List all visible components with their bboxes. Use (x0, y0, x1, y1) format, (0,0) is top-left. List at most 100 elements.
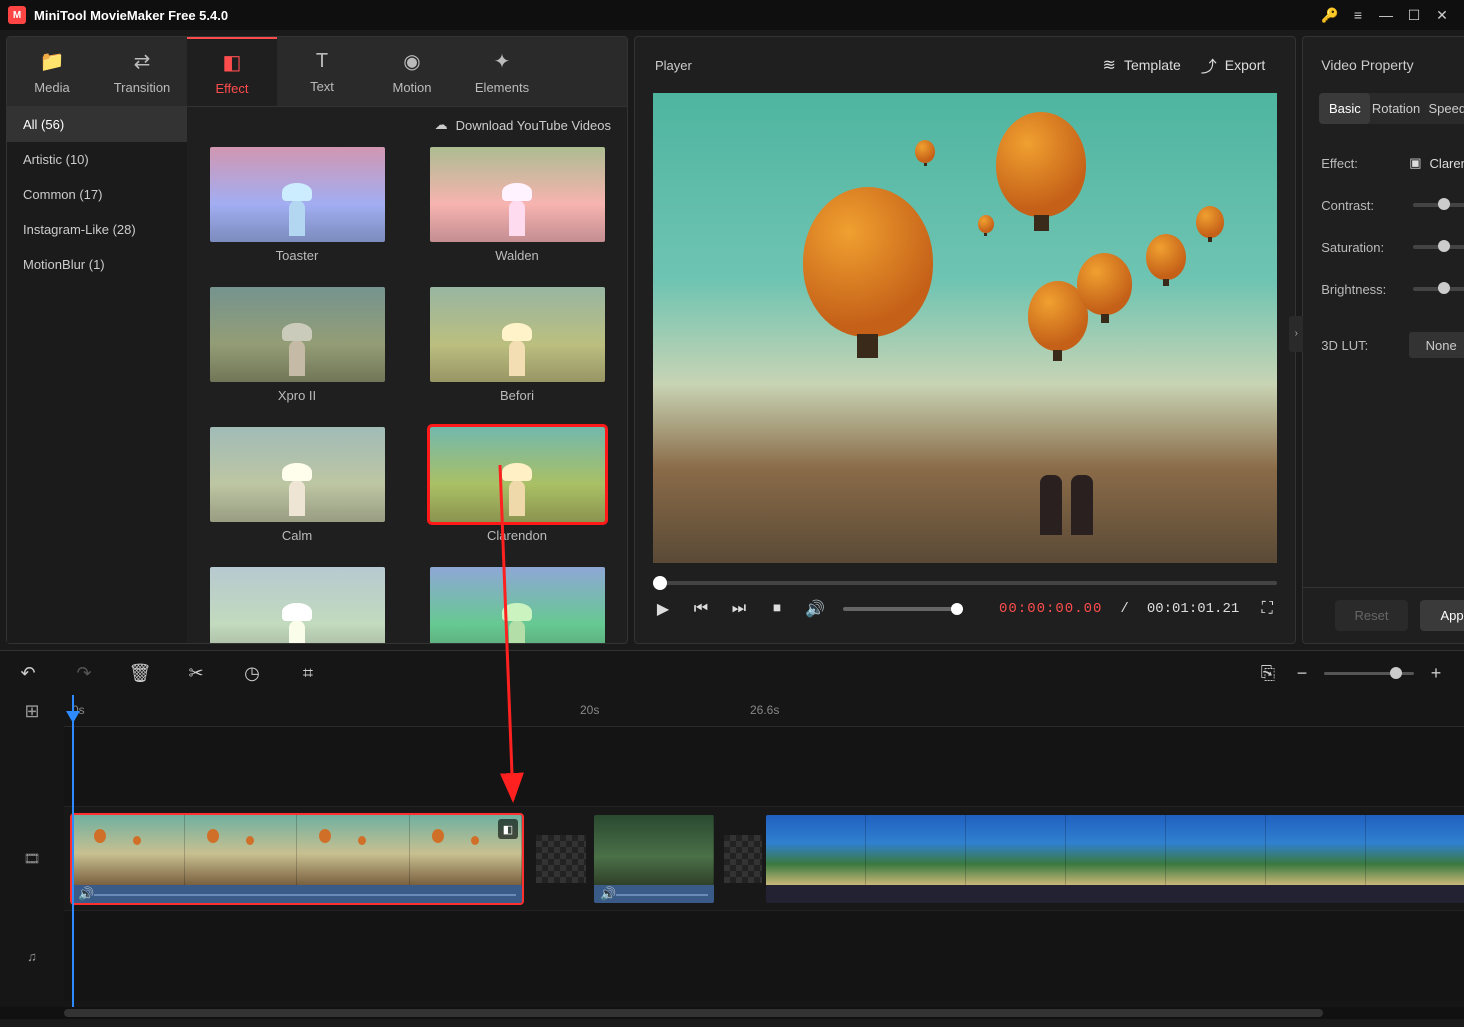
lut-label: 3D LUT: (1321, 338, 1399, 353)
export-button[interactable]: ⤴ Export (1191, 47, 1275, 83)
add-track-button[interactable]: ⊞ (0, 695, 64, 727)
effect-item[interactable]: Toaster (207, 147, 387, 277)
category-item[interactable]: Artistic (10) (7, 142, 187, 177)
overlay-track[interactable] (64, 727, 1464, 807)
fullscreen-button[interactable]: ⛶ (1257, 599, 1277, 619)
transition-gap[interactable] (724, 835, 762, 883)
video-clip[interactable] (766, 815, 1464, 903)
property-slider[interactable] (1413, 245, 1464, 249)
effect-thumbnail (430, 427, 605, 522)
undo-button[interactable]: ↶ (16, 663, 40, 684)
property-slider[interactable] (1413, 287, 1464, 291)
export-label: Export (1225, 57, 1265, 73)
effect-item[interactable]: ColorJittering (427, 567, 607, 643)
effect-category-list: All (56)Artistic (10)Common (17)Instagra… (7, 107, 187, 643)
effect-item[interactable]: Befori (427, 287, 607, 417)
video-clip[interactable]: 🔊 (594, 815, 714, 903)
prev-frame-button[interactable]: ⏮ (691, 599, 711, 619)
reset-button[interactable]: Reset (1335, 600, 1409, 631)
media-icon: 📁 (40, 49, 65, 74)
tab-media[interactable]: 📁Media (7, 37, 97, 106)
property-tab[interactable]: Basic (1319, 93, 1370, 124)
title-bar: M MiniTool MovieMaker Free 5.4.0 🔑 ≡ — ☐… (0, 0, 1464, 30)
properties-title: Video Property (1303, 37, 1464, 93)
effect-item[interactable]: Walden (427, 147, 607, 277)
volume-icon[interactable]: 🔊 (805, 599, 825, 619)
video-clip[interactable]: 🔊◧ (72, 815, 522, 903)
text-icon: T (316, 50, 328, 73)
tab-text[interactable]: TText (277, 37, 367, 106)
close-button[interactable]: ✕ (1428, 1, 1456, 29)
player-panel: Player ≋ Template ⤴ Export ▶ ⏮ ⏭ (634, 36, 1296, 644)
property-slider[interactable] (1413, 203, 1464, 207)
tab-effect[interactable]: ◧Effect (187, 37, 277, 106)
effect-item[interactable]: Calm (207, 427, 387, 557)
maximize-button[interactable]: ☐ (1400, 1, 1428, 29)
layers-icon: ≋ (1103, 55, 1116, 75)
speed-button[interactable]: ◷ (240, 663, 264, 684)
app-logo: M (8, 6, 26, 24)
zoom-in-button[interactable]: + (1424, 663, 1448, 684)
download-youtube-link[interactable]: ☁ Download YouTube Videos (187, 107, 627, 143)
player-title: Player (655, 58, 692, 73)
timeline-scrollbar[interactable] (0, 1007, 1464, 1019)
category-item[interactable]: MotionBlur (1) (7, 247, 187, 282)
stop-button[interactable]: ⏹ (767, 599, 787, 619)
tab-transition[interactable]: ⇄Transition (97, 37, 187, 106)
effect-item[interactable]: Clarendon (427, 427, 607, 557)
redo-button[interactable]: ↷ (72, 663, 96, 684)
effect-thumbnail (210, 567, 385, 643)
playhead[interactable] (72, 695, 74, 1007)
effect-thumbnail (430, 287, 605, 382)
category-item[interactable]: All (56) (7, 107, 187, 142)
transition-icon: ⇄ (134, 49, 151, 74)
category-item[interactable]: Instagram-Like (28) (7, 212, 187, 247)
play-button[interactable]: ▶ (653, 599, 673, 619)
current-time: 00:00:00.00 (999, 601, 1102, 617)
elements-icon: ✦ (494, 49, 511, 74)
menu-icon[interactable]: ≡ (1344, 1, 1372, 29)
effect-name-label: Walden (495, 248, 539, 263)
effect-item[interactable]: Cold (207, 567, 387, 643)
transition-gap[interactable] (536, 835, 586, 883)
tab-motion[interactable]: ◉Motion (367, 37, 457, 106)
video-track[interactable]: 🔊◧🔊 (64, 807, 1464, 911)
volume-slider[interactable] (843, 607, 963, 611)
tab-elements[interactable]: ✦Elements (457, 37, 547, 106)
property-tab[interactable]: Rotation (1370, 93, 1421, 124)
audio-track[interactable] (64, 911, 1464, 1001)
delete-clip-button[interactable]: 🗑 (128, 663, 152, 684)
layers-small-icon: ▣ (1409, 155, 1421, 171)
total-duration: 00:01:01.21 (1147, 601, 1239, 617)
crop-button[interactable]: ⌗ (296, 663, 320, 684)
video-track-icon: 🎞 (0, 807, 64, 911)
cloud-download-icon: ☁ (435, 117, 448, 133)
speaker-icon: 🔊 (78, 886, 94, 902)
timeline-ruler[interactable]: 0s20s26.6s (64, 695, 1464, 727)
effect-thumbnail (210, 147, 385, 242)
split-button[interactable]: ✂ (184, 663, 208, 684)
property-tab[interactable]: Speed (1422, 93, 1464, 124)
category-item[interactable]: Common (17) (7, 177, 187, 212)
fit-timeline-button[interactable]: ⎘ (1256, 663, 1280, 684)
library-tabs: 📁Media⇄Transition◧EffectTText◉Motion✦Ele… (7, 37, 627, 107)
next-frame-button[interactable]: ⏭ (729, 599, 749, 619)
seek-bar[interactable] (653, 581, 1277, 585)
panel-collapse-handle[interactable]: › (1289, 316, 1303, 352)
apply-all-button[interactable]: Apply to all (1420, 600, 1464, 631)
slider-label: Brightness: (1321, 282, 1399, 297)
effect-item[interactable]: Xpro II (207, 287, 387, 417)
ruler-mark: 26.6s (750, 703, 779, 717)
zoom-out-button[interactable]: − (1290, 663, 1314, 684)
zoom-slider[interactable] (1324, 672, 1414, 675)
video-preview (653, 93, 1277, 563)
template-button[interactable]: ≋ Template (1093, 49, 1191, 81)
minimize-button[interactable]: — (1372, 1, 1400, 29)
effect-name-value: Clarendon (1430, 156, 1464, 171)
lut-value: None (1426, 338, 1457, 353)
app-title: MiniTool MovieMaker Free 5.4.0 (34, 8, 228, 23)
lut-dropdown[interactable]: None ▾ (1409, 332, 1464, 358)
unlock-icon[interactable]: 🔑 (1316, 1, 1344, 29)
properties-panel: › Video Property BasicRotationSpeedAudio… (1302, 36, 1464, 644)
effect-icon: ◧ (223, 50, 242, 75)
